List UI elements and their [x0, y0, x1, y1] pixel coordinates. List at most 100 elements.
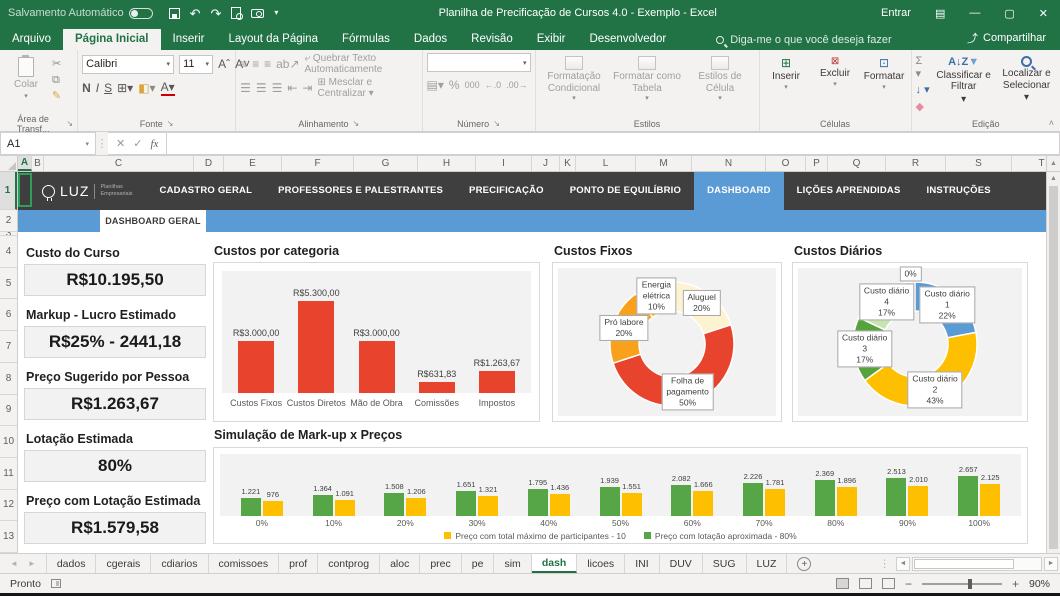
sheet-nav-left-icon[interactable]: ◄ [10, 559, 18, 568]
menu-tab-dados[interactable]: Dados [402, 29, 459, 50]
column-header-f[interactable]: F [282, 156, 354, 171]
sheet-tab-aloc[interactable]: aloc [380, 554, 420, 573]
vertical-scroll-thumb[interactable] [1049, 186, 1058, 549]
sheet-tab-prof[interactable]: prof [279, 554, 318, 573]
share-button[interactable]: ⤴ Compartilhar [953, 30, 1060, 50]
column-header-c[interactable]: C [44, 156, 194, 171]
save-icon[interactable] [169, 8, 180, 19]
autosave-control[interactable]: Salvamento Automático [0, 7, 161, 19]
column-header-d[interactable]: D [194, 156, 224, 171]
menu-tab-layout-da-pagina[interactable]: Layout da Página [216, 29, 330, 50]
customize-qat-icon[interactable]: ▾ [274, 9, 278, 17]
sheet-tab-contprog[interactable]: contprog [318, 554, 380, 573]
select-all-corner[interactable] [0, 156, 18, 171]
merge-center-button[interactable]: ⊞ Mesclar e Centralizar ▾ [317, 77, 417, 99]
zoom-slider[interactable] [922, 583, 1002, 585]
column-header-j[interactable]: J [532, 156, 560, 171]
autosave-toggle-icon[interactable] [129, 8, 153, 19]
sheet-tab-dash[interactable]: dash [532, 554, 578, 573]
menu-tab-formulas[interactable]: Fórmulas [330, 29, 402, 50]
menu-tab-pagina-inicial[interactable]: Página Inicial [63, 29, 161, 50]
sheet-tab-duv[interactable]: DUV [660, 554, 703, 573]
menu-tab-desenvolvedor[interactable]: Desenvolvedor [578, 29, 679, 50]
decrease-decimal-icon[interactable]: .00→ [506, 80, 528, 90]
column-header-p[interactable]: P [806, 156, 828, 171]
macro-record-icon[interactable] [51, 579, 61, 588]
sheet-tab-licoes[interactable]: licoes [577, 554, 625, 573]
ribbon-display-options-icon[interactable]: ▤ [923, 0, 957, 26]
paste-button[interactable]: Colar▾ [4, 53, 48, 100]
sheet-tab-luz[interactable]: LUZ [747, 554, 788, 573]
row-header-8[interactable]: 8 [0, 363, 17, 395]
formula-input[interactable] [167, 132, 1060, 155]
sheet-tab-cdiarios[interactable]: cdiarios [151, 554, 208, 573]
scroll-up-icon[interactable]: ▲ [1046, 156, 1060, 171]
orientation-icon[interactable]: ab↗ [276, 57, 299, 71]
cancel-icon[interactable]: ✕ [116, 137, 125, 150]
print-preview-icon[interactable] [231, 7, 241, 19]
undo-icon[interactable]: ↶ [190, 7, 201, 20]
align-right-icon[interactable]: ☰ [272, 81, 283, 95]
column-header-b[interactable]: B [32, 156, 44, 171]
enter-icon[interactable]: ✓ [133, 137, 142, 150]
chart-custos-por-categoria[interactable]: R$3.000,00R$5.300,00R$3.000,00R$631,83R$… [213, 262, 540, 422]
tell-me-search[interactable]: Diga-me o que você deseja fazer [716, 34, 891, 50]
copy-icon[interactable]: ⧉ [52, 74, 61, 87]
borders-icon[interactable]: ⊞▾ [117, 81, 133, 95]
zoom-out-icon[interactable]: − [905, 577, 912, 591]
sheet-nav-right-icon[interactable]: ► [28, 559, 36, 568]
column-header-t[interactable]: T [1012, 156, 1046, 171]
font-dialog-launcher-icon[interactable]: ↘ [167, 119, 174, 128]
nav-tab-professores-e-palestrantes[interactable]: PROFESSORES E PALESTRANTES [265, 172, 456, 210]
align-middle-icon[interactable]: ≡ [252, 57, 259, 71]
nav-tab-licoes-aprendidas[interactable]: LIÇÕES APRENDIDAS [784, 172, 914, 210]
hscroll-left-icon[interactable]: ◄ [896, 557, 910, 571]
row-header-7[interactable]: 7 [0, 331, 17, 363]
chart-custos-fixos[interactable]: Aluguel 20%Folha de pagamento 50%Pró lab… [552, 262, 782, 422]
row-header-11[interactable]: 11 [0, 458, 17, 490]
column-header-h[interactable]: H [418, 156, 476, 171]
find-select-button[interactable]: Localizar e Selecionar▾ [997, 53, 1056, 104]
page-layout-view-icon[interactable] [859, 578, 872, 589]
row-header-13[interactable]: 13 [0, 521, 17, 553]
percent-style-icon[interactable]: % [449, 78, 460, 92]
scroll-up-icon[interactable]: ▲ [1047, 172, 1060, 185]
bold-button[interactable]: N [82, 81, 91, 95]
format-painter-icon[interactable]: ✎ [52, 90, 61, 103]
number-dialog-launcher-icon[interactable]: ↘ [493, 119, 500, 128]
column-header-q[interactable]: Q [828, 156, 886, 171]
menu-tab-arquivo[interactable]: Arquivo [0, 29, 63, 50]
row-header-2[interactable]: 2 [0, 210, 17, 232]
clear-icon[interactable]: ◆ [916, 101, 931, 114]
underline-button[interactable]: S [104, 81, 112, 95]
grow-font-icon[interactable]: Aˆ [218, 57, 230, 71]
conditional-formatting-button[interactable]: Formatação Condicional▾ [540, 53, 609, 103]
horizontal-scroll-thumb[interactable] [914, 559, 1014, 569]
row-header-6[interactable]: 6 [0, 299, 17, 331]
close-icon[interactable]: ✕ [1027, 0, 1060, 26]
nav-tab-precificacao[interactable]: PRECIFICAÇÃO [456, 172, 557, 210]
row-header-1[interactable]: 1 [0, 172, 17, 210]
column-header-l[interactable]: L [576, 156, 636, 171]
vertical-scrollbar[interactable]: ▲ [1046, 172, 1060, 553]
menu-tab-revisao[interactable]: Revisão [459, 29, 525, 50]
sheet-tab-sim[interactable]: sim [494, 554, 531, 573]
sheet-tab-prec[interactable]: prec [420, 554, 461, 573]
sheet-tab-ini[interactable]: INI [625, 554, 659, 573]
accounting-format-icon[interactable]: ▤▾ [427, 78, 444, 92]
hscroll-right-icon[interactable]: ► [1044, 557, 1058, 571]
align-left-icon[interactable]: ☰ [240, 81, 251, 95]
restore-icon[interactable]: ▢ [992, 0, 1026, 26]
redo-icon[interactable]: ↷ [210, 7, 221, 20]
row-header-4[interactable]: 4 [0, 236, 17, 268]
sheet-tab-pe[interactable]: pe [462, 554, 495, 573]
font-size-select[interactable]: 11▾ [179, 55, 213, 74]
decrease-indent-icon[interactable]: ⇤ [287, 81, 297, 95]
sheet-tab-dados[interactable]: dados [47, 554, 97, 573]
column-header-g[interactable]: G [354, 156, 418, 171]
increase-decimal-icon[interactable]: ←.0 [485, 80, 502, 90]
row-header-10[interactable]: 10 [0, 426, 17, 458]
column-header-e[interactable]: E [224, 156, 282, 171]
camera-icon[interactable] [251, 9, 264, 18]
column-header-r[interactable]: R [886, 156, 946, 171]
